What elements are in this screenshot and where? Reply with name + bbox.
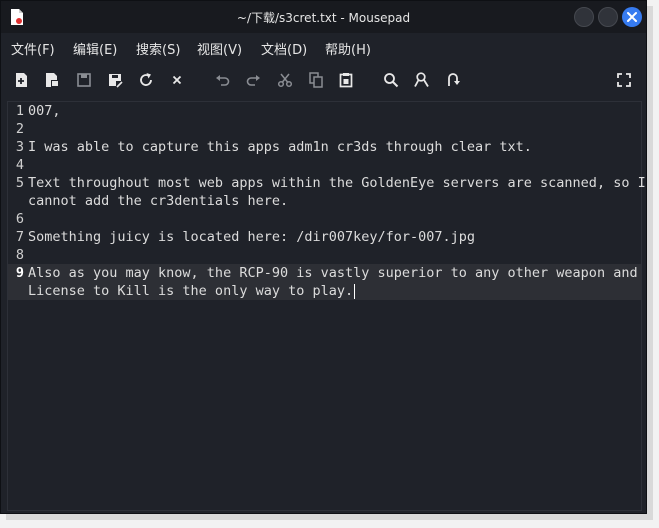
- text-editor-area[interactable]: 1 007, 2 3 I was able to capture this ap…: [7, 101, 646, 511]
- line-text: I was able to capture this apps adm1n cr…: [28, 139, 532, 155]
- new-window-icon: [46, 73, 59, 87]
- go-to-line-icon: [448, 73, 460, 86]
- close-document-button[interactable]: [168, 71, 186, 89]
- undo-icon: [216, 75, 230, 86]
- find-button[interactable]: [382, 71, 400, 89]
- line-text: License to Kill is the only way to play.: [28, 283, 354, 299]
- editor-line: 4: [8, 156, 641, 174]
- line-number: 7: [15, 229, 24, 245]
- redo-icon: [246, 75, 260, 86]
- line-number: 1: [15, 103, 24, 119]
- close-icon: [172, 75, 182, 85]
- close-window-button[interactable]: [622, 7, 642, 27]
- find-replace-icon: [414, 72, 429, 87]
- editor-line-current: 9 Also as you may know, the RCP-90 is va…: [8, 264, 641, 282]
- redo-button[interactable]: [244, 71, 262, 89]
- window-title: ~/下载/s3cret.txt - Mousepad: [236, 11, 411, 25]
- line-number: 6: [15, 211, 24, 227]
- menu-edit[interactable]: 编辑(E): [73, 39, 117, 58]
- menu-help[interactable]: 帮助(H): [325, 39, 371, 58]
- line-number: 5: [15, 175, 24, 191]
- fullscreen-button[interactable]: [615, 71, 633, 89]
- menu-file[interactable]: 文件(F): [11, 39, 55, 58]
- fullscreen-icon: [617, 73, 631, 87]
- go-to-line-button[interactable]: [444, 71, 462, 89]
- paste-button[interactable]: [337, 71, 355, 89]
- editor-line: 7 Something juicy is located here: /dir0…: [8, 228, 641, 246]
- find-icon: [384, 73, 399, 88]
- new-document-icon: [16, 73, 27, 87]
- line-text: cannot add the cr3dentials here.: [28, 193, 289, 209]
- editor-line: 6: [8, 210, 641, 228]
- title-bar[interactable]: ~/下载/s3cret.txt - Mousepad: [1, 1, 646, 33]
- copy-icon: [309, 72, 323, 88]
- menu-search[interactable]: 搜索(S): [136, 39, 180, 58]
- line-number: 4: [15, 157, 24, 173]
- save-as-icon: [109, 74, 123, 88]
- copy-button[interactable]: [307, 71, 325, 89]
- text-cursor: [354, 283, 356, 299]
- maximize-button[interactable]: [598, 7, 618, 27]
- editor-line: 2: [8, 120, 641, 138]
- new-window-button[interactable]: [43, 71, 61, 89]
- editor-line: 5 Text throughout most web apps within t…: [8, 174, 646, 192]
- cut-button[interactable]: [276, 71, 294, 89]
- minimize-button[interactable]: [574, 7, 594, 27]
- paste-icon: [339, 73, 353, 88]
- line-text: 007,: [28, 103, 61, 119]
- reload-icon: [140, 73, 152, 86]
- editor-line-current-wrapped: License to Kill is the only way to play.: [8, 282, 641, 300]
- save-button[interactable]: [75, 71, 93, 89]
- menu-document[interactable]: 文档(D): [261, 39, 307, 58]
- editor-line: 1 007,: [8, 102, 641, 120]
- save-icon: [77, 73, 91, 87]
- cut-icon: [277, 73, 293, 88]
- find-replace-button[interactable]: [413, 71, 431, 89]
- menu-view[interactable]: 视图(V): [197, 39, 242, 58]
- line-text: Also as you may know, the RCP-90 is vast…: [28, 265, 638, 281]
- line-number: 2: [15, 121, 24, 137]
- editor-line: 8: [8, 246, 641, 264]
- line-text: Text throughout most web apps within the…: [28, 175, 646, 191]
- line-number: 9: [15, 265, 24, 281]
- line-number: 3: [15, 139, 24, 155]
- mousepad-window: ~/下载/s3cret.txt - Mousepad 文件(F) 编辑(E) 搜…: [0, 0, 647, 514]
- line-text: Something juicy is located here: /dir007…: [28, 229, 476, 245]
- undo-button[interactable]: [214, 71, 232, 89]
- reload-button[interactable]: [137, 71, 155, 89]
- line-number: 8: [15, 247, 24, 263]
- editor-line-wrapped: cannot add the cr3dentials here.: [8, 192, 641, 210]
- editor-line: 3 I was able to capture this apps adm1n …: [8, 138, 641, 156]
- save-as-button[interactable]: [106, 71, 124, 89]
- close-icon: [627, 12, 637, 22]
- menu-bar: 文件(F) 编辑(E) 搜索(S) 视图(V) 文档(D) 帮助(H): [1, 33, 646, 61]
- new-document-button[interactable]: [13, 71, 31, 89]
- toolbar: [1, 63, 646, 97]
